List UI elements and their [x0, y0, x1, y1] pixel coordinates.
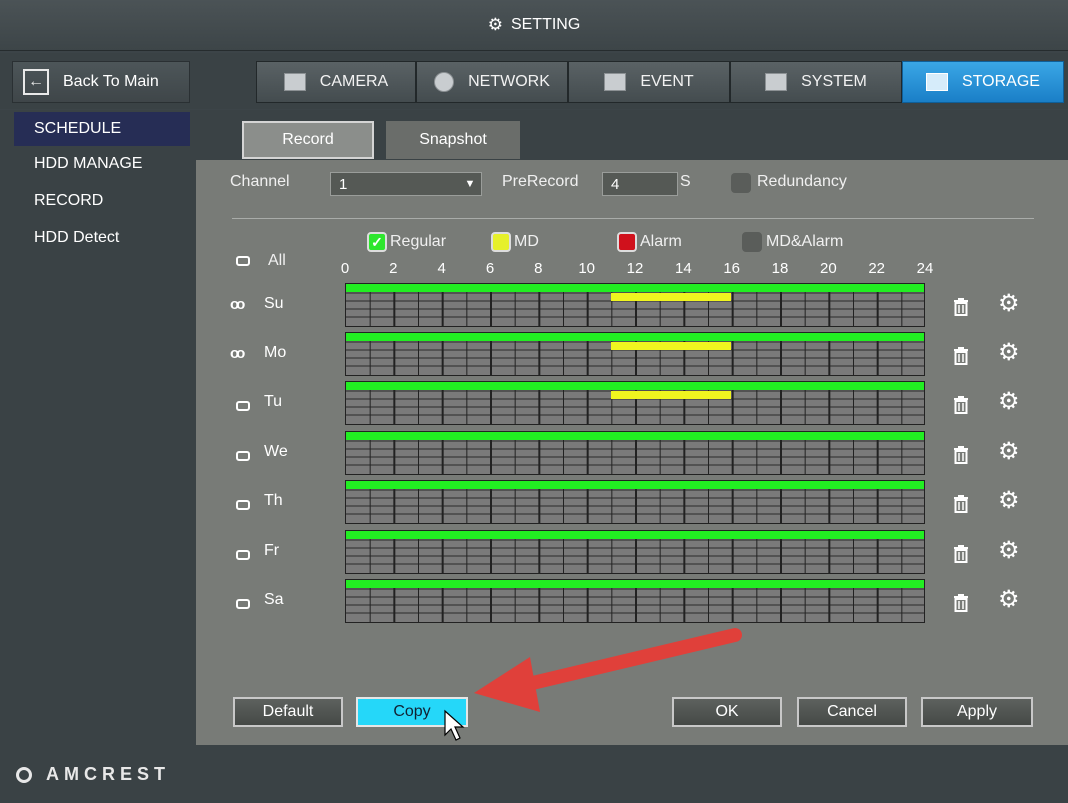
mouse-cursor-icon — [444, 709, 465, 741]
annotation-arrow — [444, 628, 742, 741]
